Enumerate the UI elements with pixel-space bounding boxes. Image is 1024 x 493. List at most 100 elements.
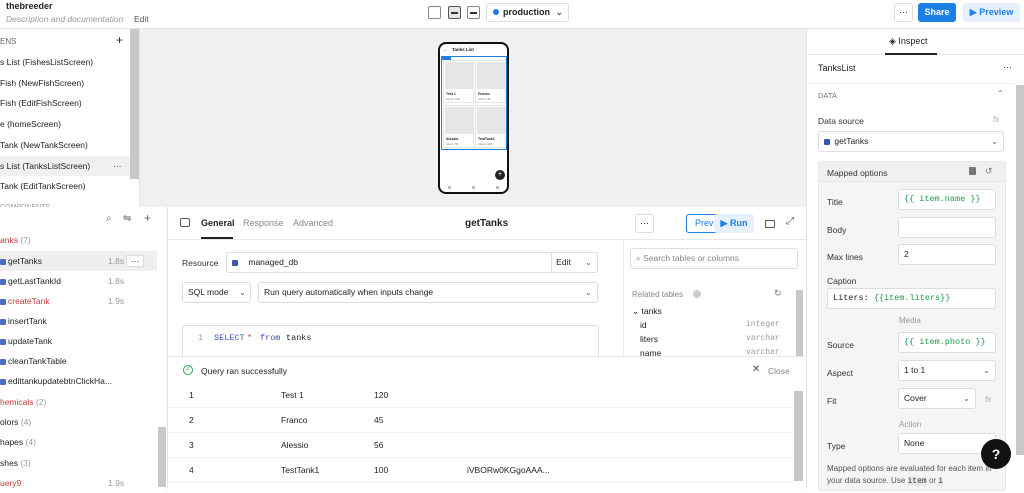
query-item[interactable]: edittankupdatebtnClickHa... (0, 371, 157, 391)
screens-scrollbar[interactable] (130, 29, 139, 179)
query-group[interactable]: hemicals (2) (0, 392, 157, 412)
table-row[interactable]: 1 Test 1 120 (168, 383, 793, 408)
share-button[interactable]: Share (918, 3, 956, 22)
screen-item[interactable]: s List (TanksListScreen) ··· (0, 155, 130, 176)
inspect-scrollbar[interactable] (1016, 85, 1024, 455)
results-scrollbar[interactable] (794, 391, 803, 481)
tab-advanced[interactable]: Advanced (293, 218, 333, 228)
toggle-panel-icon[interactable] (765, 220, 775, 228)
query-group-tanks[interactable]: anks (7) (0, 235, 31, 245)
body-input[interactable] (898, 217, 996, 238)
screen-item[interactable]: s List (FishesListScreen) (0, 52, 130, 72)
tab-response[interactable]: Response (243, 218, 284, 228)
query-group[interactable]: hapes (4) (0, 432, 157, 452)
desktop-view-icon[interactable] (428, 6, 441, 19)
chevron-down-icon: ⌄ (990, 136, 998, 146)
group-label: hapes (0, 437, 24, 448)
screen-item[interactable]: Fish (NewFishScreen) (0, 73, 130, 93)
mobile-view-icon[interactable] (467, 6, 480, 19)
schema-column[interactable]: liters varchar (640, 334, 785, 348)
run-button[interactable]: ▶ Run (714, 214, 754, 233)
query-label: insertTank (8, 316, 47, 326)
query-more-button[interactable]: ··· (126, 255, 144, 267)
refresh-icon[interactable]: ↻ (774, 288, 782, 299)
caption-input[interactable]: Liters: {{item.liters}} (827, 288, 996, 309)
phone-card[interactable]: Alessio Liters: 56 (443, 105, 474, 148)
fit-select[interactable]: Cover ⌄ (898, 388, 976, 409)
query-scrollbar[interactable] (158, 427, 166, 487)
query-item[interactable]: getTanks 1.8s ··· (0, 251, 157, 271)
note-code-i: i (938, 477, 944, 486)
app-description[interactable]: Description and documentation (6, 14, 123, 24)
data-source-select[interactable]: getTanks ⌄ (818, 131, 1004, 152)
query-item[interactable]: getLastTankId 1.8s (0, 271, 157, 291)
filter-icon[interactable]: ⇋ (123, 213, 131, 224)
table-row[interactable]: 2 Franco 45 (168, 408, 793, 433)
collapse-sidebar-icon[interactable] (180, 218, 190, 227)
query-item[interactable]: updateTank (0, 331, 157, 351)
table-row[interactable]: 4 TestTank1 100 iVBORw0KGgoAAA... (168, 458, 793, 483)
preview-button[interactable]: ▶ Preview (963, 3, 1020, 22)
table-row[interactable]: 3 Alessio 56 (168, 433, 793, 458)
component-more-button[interactable]: ··· (1003, 62, 1012, 72)
query-item[interactable]: createTank 1.9s (0, 291, 157, 311)
trigger-select[interactable]: Run query automatically when inputs chan… (258, 282, 598, 303)
tablet-view-icon[interactable] (448, 6, 461, 19)
screen-item[interactable]: Fish (EditFishScreen) (0, 93, 130, 113)
fx-icon[interactable]: fx (993, 115, 999, 124)
query-item[interactable]: insertTank (0, 311, 157, 331)
query-more-button[interactable]: ··· (635, 214, 654, 233)
phone-card[interactable]: Franco Liters: 45 (475, 60, 506, 103)
group-label: hemicals (0, 397, 34, 407)
more-button[interactable]: ··· (894, 3, 913, 22)
screen-item[interactable]: Tank (NewTankScreen) (0, 135, 130, 155)
schema-column[interactable]: id integer (640, 320, 785, 334)
query-group[interactable]: uery9 1.9s (0, 473, 157, 493)
schema-search-input[interactable]: ⌕ Search tables or columns (630, 248, 798, 269)
reset-icon[interactable]: ↺ (985, 166, 993, 177)
sql-from: from (260, 333, 281, 343)
screen-item[interactable]: e (homeScreen) (0, 114, 130, 134)
tab-general[interactable]: General (201, 218, 235, 228)
collapse-chevron-icon[interactable]: ⌃ (997, 89, 1004, 98)
resource-select[interactable]: managed_db Edit ⌄ (226, 252, 598, 273)
sql-editor[interactable]: 1 SELECT * from tanks (182, 325, 599, 356)
cell-photo: iVBORw0KGgoAAA... (467, 465, 550, 475)
cell-id: 4 (189, 465, 194, 475)
cell-name: Test 1 (281, 390, 304, 400)
delete-icon[interactable] (969, 167, 976, 175)
schema-scrollbar[interactable] (796, 290, 803, 356)
add-query-button[interactable]: + (144, 211, 151, 225)
schema-table-row[interactable]: ⌄ tanks (632, 306, 662, 317)
phone-card[interactable]: TestTank1 Liters: 100 (475, 105, 506, 148)
query-group[interactable]: shes (3) (0, 453, 157, 473)
help-chat-button[interactable]: ? (981, 439, 1011, 469)
expand-icon[interactable]: ⤢ (786, 216, 794, 227)
resource-edit-button[interactable]: Edit (551, 253, 575, 272)
add-screen-button[interactable]: + (116, 33, 123, 47)
screen-more-button[interactable]: ··· (113, 156, 122, 176)
query-group[interactable]: olors (4) (0, 412, 157, 432)
title-input[interactable]: {{ item.name }} (898, 189, 996, 210)
screen-item[interactable]: Tank (EditTankScreen) (0, 176, 130, 196)
max-lines-input[interactable]: 2 (898, 244, 996, 265)
close-icon[interactable]: ✕ (752, 364, 760, 375)
query-item[interactable]: cleanTankTable (0, 351, 157, 371)
query-db-icon (0, 298, 6, 305)
close-results-button[interactable]: Close (768, 366, 790, 376)
search-icon[interactable]: ⌕ (106, 213, 112, 224)
fx-icon[interactable]: fx (985, 395, 991, 404)
image-placeholder-icon (477, 62, 505, 89)
phone-card[interactable]: Test 1 Liters: 120 (443, 60, 474, 103)
fab-button[interactable]: + (495, 170, 505, 180)
query-db-icon (0, 278, 6, 285)
aspect-select[interactable]: 1 to 1 ⌄ (898, 360, 996, 381)
edit-description-link[interactable]: Edit (134, 14, 149, 24)
query-title: getTanks (465, 218, 509, 229)
environment-select[interactable]: production ⌄ (486, 3, 569, 22)
phone-preview[interactable]: ← Tanks List Test 1 Liters: 120 Franco L… (438, 42, 509, 194)
chevron-down-icon: ⌄ (962, 393, 970, 403)
source-input[interactable]: {{ item.photo }} (898, 332, 996, 353)
tab-inspect[interactable]: ◈ Inspect (889, 36, 927, 47)
mode-select[interactable]: SQL mode ⌄ (182, 282, 251, 303)
